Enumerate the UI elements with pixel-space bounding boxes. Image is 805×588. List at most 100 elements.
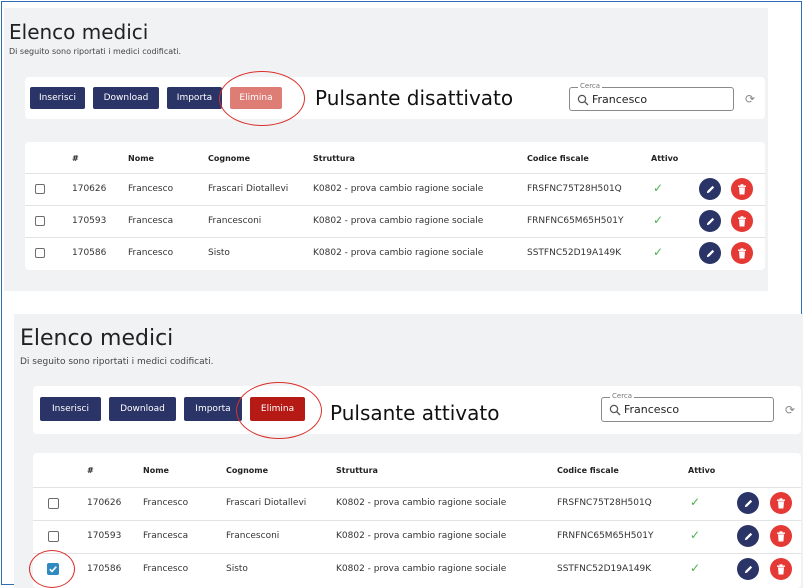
trash-icon xyxy=(777,563,785,574)
cell-cognome: Sisto xyxy=(226,564,248,574)
delete-row-button[interactable] xyxy=(731,178,753,200)
delete-row-button[interactable] xyxy=(770,525,792,547)
pencil-icon xyxy=(744,532,752,540)
search-icon xyxy=(577,94,589,106)
trash-icon xyxy=(777,497,785,508)
cell-codice-fiscale: FRSFNC75T28H501Q xyxy=(527,184,622,194)
active-check-icon: ✓ xyxy=(653,181,664,195)
cell-codice-fiscale: SSTFNC52D19A149K xyxy=(557,564,652,574)
pencil-icon xyxy=(706,249,714,257)
active-check-icon: ✓ xyxy=(690,495,701,509)
cell-codice-fiscale: FRNFNC65M65H501Y xyxy=(557,531,654,541)
page-subtitle: Di seguito sono riportati i medici codif… xyxy=(9,47,182,56)
import-button[interactable]: Importa xyxy=(184,397,242,421)
delete-button-enabled[interactable]: Elimina xyxy=(250,397,305,421)
cell-nome: Francesco xyxy=(128,248,174,258)
cell-nome: Francesco xyxy=(143,564,189,574)
page-subtitle: Di seguito sono riportati i medici codif… xyxy=(20,357,214,367)
delete-row-button[interactable] xyxy=(731,210,753,232)
page-title: Elenco medici xyxy=(9,20,149,44)
edit-button[interactable] xyxy=(737,558,759,580)
col-header-number: # xyxy=(87,466,94,475)
import-button[interactable]: Importa xyxy=(167,87,222,109)
col-header-attivo: Attivo xyxy=(651,154,679,163)
cell-struttura: K0802 - prova cambio ragione sociale xyxy=(336,531,507,541)
refresh-icon[interactable]: ⟳ xyxy=(744,93,756,105)
delete-row-button[interactable] xyxy=(731,242,753,264)
delete-row-button[interactable] xyxy=(770,492,792,514)
search-input[interactable] xyxy=(592,90,712,108)
col-header-cognome: Cognome xyxy=(226,466,269,475)
row-checkbox[interactable] xyxy=(35,184,45,194)
cell-nome: Francesco xyxy=(143,498,189,508)
search-icon xyxy=(609,404,621,416)
row-checkbox[interactable] xyxy=(35,216,45,226)
row-checkbox[interactable] xyxy=(48,498,59,509)
page-title: Elenco medici xyxy=(20,326,174,351)
download-button[interactable]: Download xyxy=(93,87,159,109)
cell-struttura: K0802 - prova cambio ragione sociale xyxy=(313,216,484,226)
edit-button[interactable] xyxy=(699,210,721,232)
cell-struttura: K0802 - prova cambio ragione sociale xyxy=(313,184,484,194)
cell-struttura: K0802 - prova cambio ragione sociale xyxy=(336,498,507,508)
search-field[interactable]: Cerca xyxy=(601,391,774,422)
cell-struttura: K0802 - prova cambio ragione sociale xyxy=(336,564,507,574)
col-header-cognome: Cognome xyxy=(208,154,251,163)
checkmark-icon xyxy=(49,566,57,573)
refresh-icon[interactable]: ⟳ xyxy=(784,404,796,416)
col-header-struttura: Struttura xyxy=(313,154,355,163)
pencil-icon xyxy=(744,499,752,507)
active-check-icon: ✓ xyxy=(653,245,664,259)
edit-button[interactable] xyxy=(737,492,759,514)
col-header-nome: Nome xyxy=(128,154,154,163)
row-checkbox-checked[interactable] xyxy=(47,563,59,575)
edit-button[interactable] xyxy=(699,178,721,200)
edit-button[interactable] xyxy=(699,242,721,264)
active-check-icon: ✓ xyxy=(690,561,701,575)
annotation-label: Pulsante disattivato xyxy=(315,86,514,110)
cell-id: 170593 xyxy=(72,216,107,226)
cell-struttura: K0802 - prova cambio ragione sociale xyxy=(313,248,484,258)
active-check-icon: ✓ xyxy=(690,528,701,542)
cell-nome: Francesca xyxy=(143,531,189,541)
cell-codice-fiscale: FRNFNC65M65H501Y xyxy=(527,216,624,226)
insert-button[interactable]: Inserisci xyxy=(40,397,101,421)
trash-icon xyxy=(738,215,746,226)
trash-icon xyxy=(738,183,746,194)
pencil-icon xyxy=(706,217,714,225)
cell-codice-fiscale: FRSFNC75T28H501Q xyxy=(557,498,652,508)
cell-id: 170586 xyxy=(72,248,107,258)
trash-icon xyxy=(777,530,785,541)
trash-icon xyxy=(738,247,746,258)
cell-id: 170626 xyxy=(72,184,107,194)
col-header-codice-fiscale: Codice fiscale xyxy=(527,154,589,163)
pencil-icon xyxy=(744,565,752,573)
col-header-number: # xyxy=(72,154,79,163)
download-button[interactable]: Download xyxy=(109,397,176,421)
cell-codice-fiscale: SSTFNC52D19A149K xyxy=(527,248,622,258)
delete-row-button[interactable] xyxy=(770,558,792,580)
cell-nome: Francesca xyxy=(128,216,174,226)
col-header-attivo: Attivo xyxy=(688,466,716,475)
cell-id: 170593 xyxy=(87,531,122,541)
active-check-icon: ✓ xyxy=(653,213,664,227)
cell-cognome: Francesconi xyxy=(226,531,280,541)
pencil-icon xyxy=(706,185,714,193)
cell-cognome: Frascari Diotallevi xyxy=(226,498,307,508)
cell-cognome: Sisto xyxy=(208,248,230,258)
col-header-struttura: Struttura xyxy=(336,466,378,475)
cell-id: 170626 xyxy=(87,498,122,508)
cell-nome: Francesco xyxy=(128,184,174,194)
edit-button[interactable] xyxy=(737,525,759,547)
search-field[interactable]: Cerca xyxy=(569,81,734,111)
col-header-nome: Nome xyxy=(143,466,169,475)
cell-cognome: Frascari Diotallevi xyxy=(208,184,289,194)
delete-button-disabled[interactable]: Elimina xyxy=(230,87,282,109)
cell-cognome: Francesconi xyxy=(208,216,262,226)
search-input[interactable] xyxy=(624,400,744,418)
annotation-label: Pulsante attivato xyxy=(330,401,500,425)
row-checkbox[interactable] xyxy=(35,248,45,258)
row-checkbox[interactable] xyxy=(48,531,59,542)
insert-button[interactable]: Inserisci xyxy=(30,87,85,109)
cell-id: 170586 xyxy=(87,564,122,574)
